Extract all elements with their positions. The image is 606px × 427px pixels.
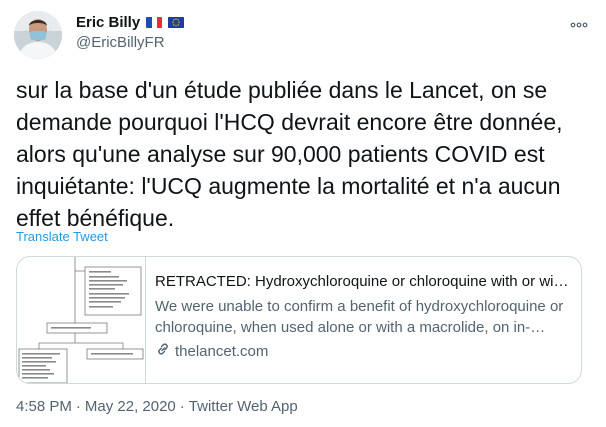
card-description: We were unable to confirm a benefit of h…: [155, 298, 564, 336]
card-title: RETRACTED: Hydroxychloroquine or chloroq…: [155, 273, 570, 290]
tweet-date[interactable]: May 22, 2020: [85, 398, 176, 415]
name-row: Eric Billy: [76, 12, 185, 33]
tweet-text: sur la base d'un étude publiée dans le L…: [16, 77, 563, 231]
user-handle[interactable]: @EricBillyFR: [76, 34, 184, 51]
eu-flag-icon: [168, 17, 185, 28]
tweet: Eric Billy @EricBillyFR sur la base d'un…: [0, 0, 606, 427]
avatar[interactable]: [14, 11, 62, 59]
tweet-time[interactable]: 4:58 PM: [16, 398, 72, 415]
link-icon: [155, 341, 171, 363]
author-block: Eric Billy @EricBillyFR: [76, 12, 185, 51]
translate-tweet-link[interactable]: Translate Tweet: [16, 229, 108, 244]
link-card[interactable]: RETRACTED: Hydroxychloroquine or chloroq…: [16, 256, 582, 384]
display-name[interactable]: Eric Billy: [76, 14, 140, 31]
french-flag-icon: [146, 17, 163, 28]
tweet-meta: 4:58 PM · May 22, 2020 · Twitter Web App: [16, 398, 298, 415]
tweet-source[interactable]: Twitter Web App: [189, 398, 298, 415]
card-domain: thelancet.com: [155, 341, 570, 363]
card-info: RETRACTED: Hydroxychloroquine or chloroq…: [146, 257, 581, 383]
avatar-photo: [14, 11, 62, 59]
more-options-icon[interactable]: [568, 14, 590, 36]
meta-separator: ·: [75, 398, 81, 415]
meta-separator-2: ·: [179, 398, 185, 415]
card-domain-text: thelancet.com: [175, 343, 269, 360]
card-thumbnail: [17, 257, 146, 383]
flow-diagram-thumbnail: [18, 257, 144, 383]
